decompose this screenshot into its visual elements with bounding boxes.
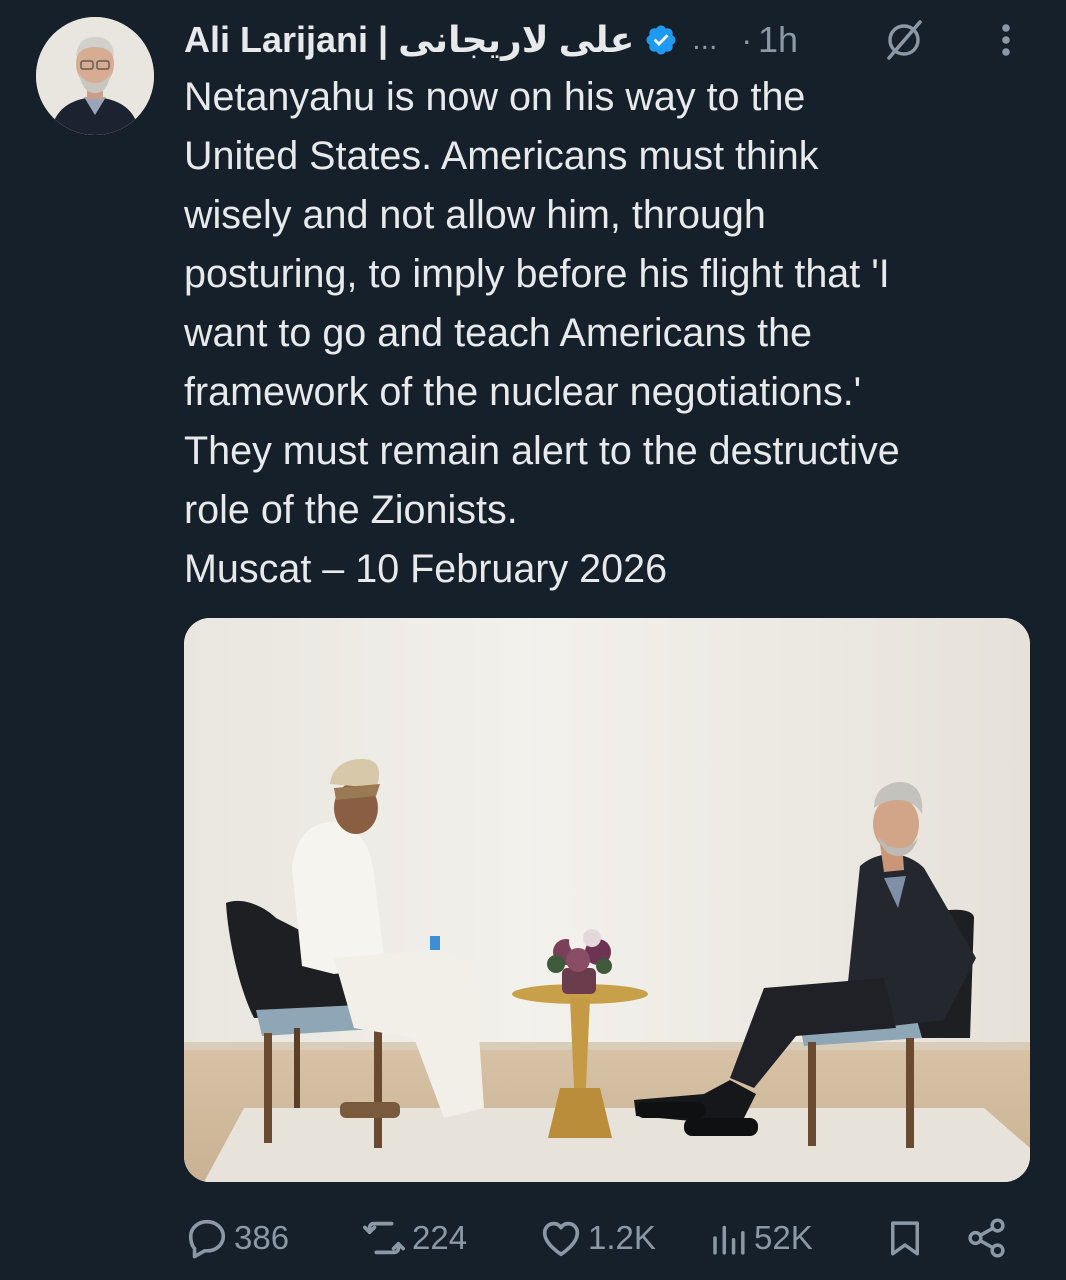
- tweet-media-image[interactable]: [184, 618, 1030, 1182]
- bookmark-icon: [884, 1214, 926, 1262]
- more-vertical-icon[interactable]: [992, 18, 1020, 67]
- avatar-image: [36, 17, 154, 135]
- action-bar: 386 224 1.2K 52K: [184, 1212, 1024, 1264]
- like-count: 1.2K: [588, 1219, 656, 1256]
- handle-ellipsis: ...: [692, 23, 718, 56]
- views-count: 52K: [754, 1219, 813, 1256]
- bookmark-button[interactable]: [884, 1212, 926, 1264]
- share-button[interactable]: [964, 1212, 1010, 1264]
- reply-count: 386: [234, 1219, 290, 1256]
- tweet-text: Netanyahu is now on his way to the Unite…: [184, 75, 900, 591]
- avatar[interactable]: [36, 17, 154, 135]
- grok-icon[interactable]: [880, 18, 928, 67]
- timestamp[interactable]: 1h: [758, 19, 798, 61]
- separator-dot: ·: [741, 21, 752, 58]
- repost-count: 224: [412, 1219, 468, 1256]
- author-display-name[interactable]: Ali Larijani | علی لاریجانی: [184, 19, 634, 61]
- share-icon: [964, 1215, 1010, 1261]
- reply-icon: [184, 1215, 230, 1261]
- heart-icon: [538, 1215, 584, 1261]
- repost-button[interactable]: 224: [360, 1212, 467, 1264]
- views-button[interactable]: 52K: [708, 1212, 813, 1264]
- verified-badge-icon[interactable]: [644, 23, 678, 57]
- like-button[interactable]: 1.2K: [538, 1212, 656, 1264]
- views-icon: [708, 1215, 750, 1261]
- tweet: Ali Larijani | علی لاریجانی ... · 1h Net…: [0, 0, 1066, 1280]
- photo-interview-scene: [184, 618, 1030, 1182]
- tweet-header: Ali Larijani | علی لاریجانی ... · 1h: [184, 14, 1034, 66]
- repost-icon: [360, 1215, 408, 1261]
- reply-button[interactable]: 386: [184, 1212, 289, 1264]
